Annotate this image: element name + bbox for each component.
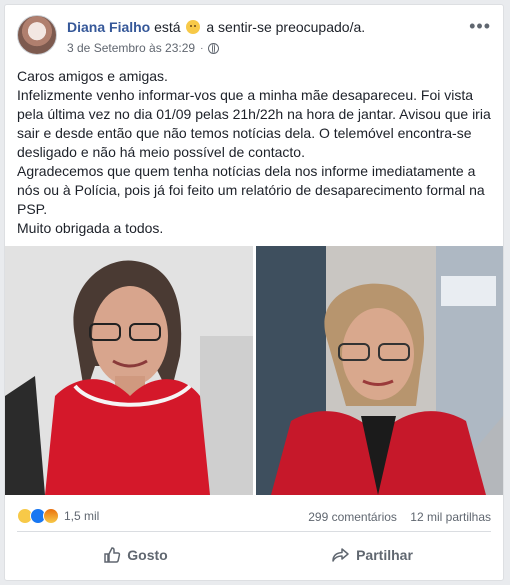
like-button[interactable]: Gosto — [17, 537, 254, 573]
like-label: Gosto — [127, 547, 168, 563]
post-meta: 3 de Setembro às 23:29 · — [67, 41, 220, 55]
action-bar: Gosto Partilhar — [17, 537, 491, 573]
share-button[interactable]: Partilhar — [254, 537, 491, 573]
author-name[interactable]: Diana Fialho — [67, 19, 150, 35]
thumbs-up-icon — [104, 547, 121, 563]
reactions[interactable]: 1,5 mil — [17, 508, 99, 524]
comments-count[interactable]: 299 comentários — [308, 510, 397, 524]
reaction-count[interactable]: 1,5 mil — [64, 509, 99, 523]
more-options-icon[interactable]: ••• — [469, 17, 491, 35]
status-line: Diana Fialho está a sentir-se preocupado… — [67, 19, 365, 35]
shares-count[interactable]: 12 mil partilhas — [410, 510, 491, 524]
post-paragraph: Agradecemos que quem tenha notícias dela… — [17, 163, 485, 217]
separator-dot: · — [200, 42, 204, 54]
post-paragraph: Infelizmente venho informar-vos que a mi… — [17, 87, 491, 160]
post-text: Caros amigos e amigas. Infelizmente venh… — [17, 67, 493, 238]
avatar[interactable] — [17, 15, 57, 55]
globe-icon[interactable] — [208, 42, 220, 54]
worried-emoji-icon — [186, 20, 201, 34]
photo-woman-red-dress[interactable] — [5, 246, 253, 495]
engagement-stats: 299 comentários 12 mil partilhas — [308, 510, 491, 524]
feeling-text[interactable]: a sentir-se preocupado/a. — [206, 19, 365, 35]
photo-grid — [5, 246, 503, 495]
post-card: Diana Fialho está a sentir-se preocupado… — [4, 4, 504, 581]
photo-left-illustration — [5, 246, 253, 495]
post-paragraph: Muito obrigada a todos. — [17, 220, 164, 236]
angry-reaction-icon — [43, 508, 59, 524]
photo-woman-red-jacket[interactable] — [256, 246, 503, 495]
share-arrow-icon — [332, 548, 349, 562]
engagement-bar: 1,5 mil 299 comentários 12 mil partilhas — [17, 505, 491, 527]
photo-right-illustration — [256, 246, 503, 495]
timestamp[interactable]: 3 de Setembro às 23:29 — [67, 41, 195, 55]
status-prefix: está — [154, 19, 181, 35]
divider — [17, 531, 491, 532]
post-header: Diana Fialho está a sentir-se preocupado… — [17, 15, 493, 59]
share-label: Partilhar — [356, 547, 413, 563]
post-paragraph: Caros amigos e amigas. — [17, 68, 168, 84]
